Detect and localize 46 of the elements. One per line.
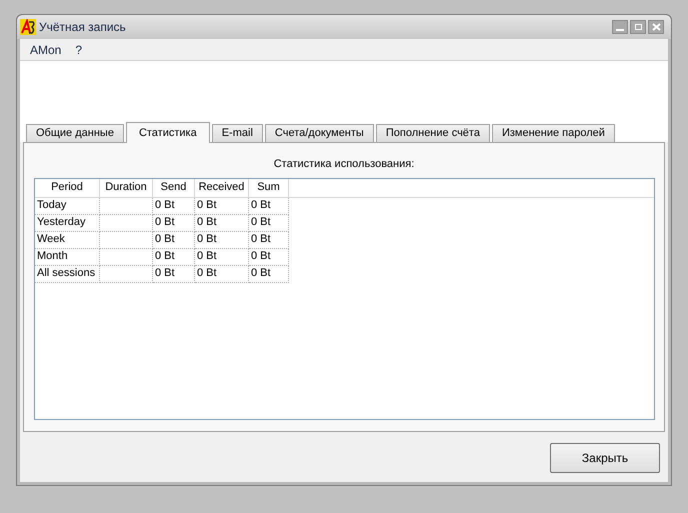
- table-cell: 0 Bt: [195, 198, 249, 214]
- table-cell: 0 Bt: [153, 266, 195, 282]
- menu-item[interactable]: ?: [75, 40, 82, 58]
- menu-item[interactable]: AMon: [30, 40, 62, 58]
- table-cell: 0 Bt: [153, 198, 195, 214]
- table-cell: Month: [35, 248, 100, 266]
- table-cell: All sessions: [35, 266, 100, 282]
- table-cell: 0 Bt: [195, 214, 249, 232]
- table-cell: 0 Bt: [153, 232, 195, 248]
- table-cell: 0 Bt: [249, 248, 289, 266]
- table-cell: [100, 248, 153, 266]
- minimize-button[interactable]: [612, 20, 628, 34]
- column-header[interactable]: Duration: [100, 178, 153, 196]
- table-cell: Week: [35, 232, 100, 248]
- table-cell: 0 Bt: [153, 214, 195, 232]
- window-title: Учётная запись: [39, 19, 126, 36]
- table-cell: [100, 198, 153, 214]
- table-cell: Yesterday: [35, 214, 100, 232]
- close-icon: [652, 23, 660, 31]
- table-cell: 0 Bt: [249, 232, 289, 248]
- column-header[interactable]: Period: [35, 178, 100, 196]
- table-cell: 0 Bt: [249, 214, 289, 232]
- table-cell: 0 Bt: [195, 266, 249, 282]
- tab[interactable]: Изменение паролей: [492, 124, 615, 142]
- table-cell: Today: [35, 198, 100, 214]
- tab[interactable]: Счета/документы: [264, 124, 374, 142]
- table-cell: 0 Bt: [195, 232, 249, 248]
- tab[interactable]: Пополнение счёта: [376, 124, 490, 142]
- column-header[interactable]: Received: [195, 178, 249, 196]
- table-cell: [100, 232, 153, 248]
- table-cell: [100, 214, 153, 232]
- tab[interactable]: E-mail: [212, 124, 263, 142]
- app-logo-icon: [20, 19, 36, 35]
- table-cell: 0 Bt: [195, 248, 249, 266]
- tab[interactable]: Общие данные: [26, 124, 124, 142]
- close-dialog-button[interactable]: Закрыть: [550, 443, 660, 473]
- table-cell: 0 Bt: [153, 248, 195, 266]
- table-cell: [100, 266, 153, 282]
- close-button[interactable]: [648, 20, 664, 34]
- column-header[interactable]: Send: [153, 178, 195, 196]
- column-header[interactable]: Sum: [249, 178, 289, 196]
- table-cell: 0 Bt: [249, 198, 289, 214]
- section-title: Статистика использования:: [274, 157, 414, 172]
- tab[interactable]: Статистика: [126, 122, 210, 143]
- maximize-button[interactable]: [630, 20, 646, 34]
- table-cell: 0 Bt: [249, 266, 289, 282]
